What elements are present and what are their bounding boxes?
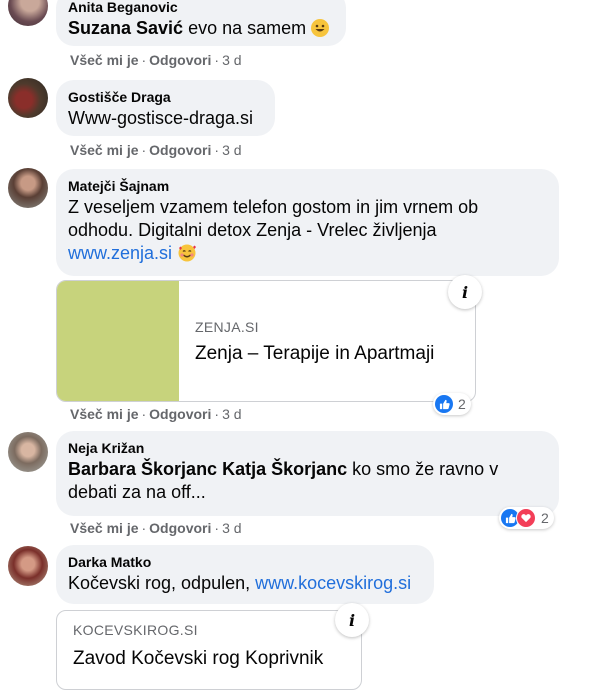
like-action[interactable]: Všeč mi je: [70, 142, 139, 158]
comment-text: Www-gostisce-draga.si: [68, 108, 254, 128]
comment-author[interactable]: Darka Matko: [68, 553, 422, 571]
avatar[interactable]: [8, 168, 48, 208]
separator: ·: [141, 52, 147, 68]
mention-link[interactable]: Barbara Škorjanc Katja Škorjanc: [68, 459, 347, 479]
reaction-count: 2: [541, 510, 549, 526]
comment-author[interactable]: Neja Križan: [68, 439, 547, 457]
preview-title[interactable]: Zavod Kočevski rog Koprivnik: [73, 648, 323, 670]
avatar[interactable]: [8, 432, 48, 472]
comment-text-line: Z veseljem vzamem telefon gostom in jim …: [68, 197, 479, 217]
grinning-face-icon: [311, 19, 330, 37]
comment-text: Suzana Savić evo na samem: [68, 17, 334, 40]
comment-text: Z veseljem vzamem telefon gostom in jim …: [68, 196, 547, 265]
separator: ·: [214, 142, 220, 158]
timestamp[interactable]: 3 d: [222, 52, 241, 68]
avatar[interactable]: [8, 78, 48, 118]
comment-author[interactable]: Anita Beganovic: [68, 0, 334, 16]
comment-bubble: Darka Matko Kočevski rog, odpulen, www.k…: [56, 545, 434, 604]
comment-author[interactable]: Matejči Šajnam: [68, 177, 547, 195]
comment-text-line: odhodu. Digitalni detox Zenja - Vrelec ž…: [68, 220, 437, 240]
separator: ·: [214, 52, 220, 68]
reply-action[interactable]: Odgovori: [149, 406, 211, 422]
separator: ·: [214, 520, 220, 536]
comment-text-body: ko smo že ravno v: [352, 459, 499, 479]
reply-action[interactable]: Odgovori: [149, 142, 211, 158]
info-icon[interactable]: i: [448, 275, 482, 309]
reactions-summary[interactable]: 2: [499, 507, 554, 529]
like-reaction-icon: [435, 395, 453, 413]
love-reaction-icon: [516, 508, 536, 528]
timestamp[interactable]: 3 d: [222, 142, 241, 158]
comment-actions: Všeč mi je · Odgovori · 3 d: [70, 51, 242, 69]
link-preview-card[interactable]: ZENJA.SI Zenja – Terapije in Apartmaji: [56, 280, 476, 402]
reply-action[interactable]: Odgovori: [149, 52, 211, 68]
comment-text-body: evo na samem: [188, 18, 307, 38]
preview-domain: KOCEVSKIROG.SI: [73, 622, 198, 638]
separator: ·: [141, 406, 147, 422]
like-action[interactable]: Všeč mi je: [70, 406, 139, 422]
separator: ·: [141, 520, 147, 536]
avatar[interactable]: [8, 546, 48, 586]
like-action[interactable]: Všeč mi je: [70, 520, 139, 536]
info-icon[interactable]: i: [335, 603, 369, 637]
comment-actions: Všeč mi je · Odgovori · 3 d: [70, 405, 242, 423]
reactions-summary[interactable]: 2: [433, 393, 471, 415]
smiling-face-with-hearts-icon: [177, 244, 197, 262]
comment-actions: Všeč mi je · Odgovori · 3 d: [70, 519, 242, 537]
comment-text-body: Kočevski rog, odpulen,: [68, 573, 251, 593]
comment-actions: Všeč mi je · Odgovori · 3 d: [70, 141, 242, 159]
reaction-count: 2: [458, 396, 466, 412]
comment-bubble: Neja Križan Barbara Škorjanc Katja Škorj…: [56, 431, 559, 516]
timestamp[interactable]: 3 d: [222, 520, 241, 536]
preview-title[interactable]: Zenja – Terapije in Apartmaji: [195, 343, 434, 365]
like-action[interactable]: Všeč mi je: [70, 52, 139, 68]
preview-image[interactable]: [57, 281, 179, 401]
timestamp[interactable]: 3 d: [222, 406, 241, 422]
comment-bubble: Gostišče Draga Www-gostisce-draga.si: [56, 80, 275, 136]
comment-text: Kočevski rog, odpulen, www.kocevskirog.s…: [68, 572, 422, 595]
comment-text: Barbara Škorjanc Katja Škorjanc ko smo ž…: [68, 458, 547, 504]
separator: ·: [141, 142, 147, 158]
comment-bubble: Anita Beganovic Suzana Savić evo na same…: [56, 0, 346, 46]
reply-action[interactable]: Odgovori: [149, 520, 211, 536]
avatar[interactable]: [8, 0, 48, 26]
comment-text-line: debati za na off...: [68, 482, 206, 502]
preview-domain: ZENJA.SI: [195, 319, 259, 335]
link-preview-card[interactable]: KOCEVSKIROG.SI Zavod Kočevski rog Kopriv…: [56, 610, 362, 690]
separator: ·: [214, 406, 220, 422]
comment-bubble: Matejči Šajnam Z veseljem vzamem telefon…: [56, 169, 559, 276]
mention-link[interactable]: Suzana Savić: [68, 18, 183, 38]
website-link[interactable]: www.kocevskirog.si: [255, 573, 411, 593]
website-link[interactable]: www.zenja.si: [68, 243, 172, 263]
comment-author[interactable]: Gostišče Draga: [68, 88, 263, 106]
